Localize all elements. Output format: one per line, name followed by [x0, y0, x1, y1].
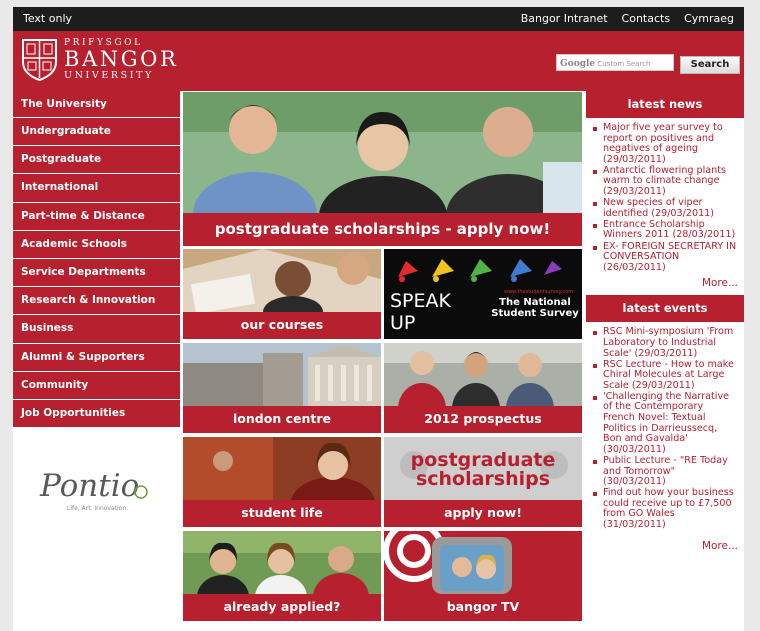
- event-item[interactable]: 'Challenging the Narrative of the Contem…: [590, 391, 738, 456]
- sidebar-nav: The University Undergraduate Postgraduat…: [13, 91, 180, 429]
- speak-text: SPEAK: [390, 290, 452, 312]
- events-list: RSC Mini-symposium 'From Laboratory to I…: [586, 322, 744, 530]
- latest-events-heading: latest events: [586, 295, 744, 323]
- page: Text only Bangor Intranet Contacts Cymra…: [13, 7, 744, 631]
- google-brand: Google: [560, 59, 596, 69]
- tile-caption: apply now!: [384, 500, 582, 527]
- nav-item-university[interactable]: The University: [13, 91, 180, 118]
- london-photo: [183, 343, 381, 406]
- university-logo[interactable]: PRIFYSGOL BANGOR UNIVERSITY: [64, 39, 178, 81]
- header: PRIFYSGOL BANGOR UNIVERSITY Google Custo…: [13, 31, 744, 91]
- news-item[interactable]: New species of viper identified (29/03/2…: [590, 197, 738, 219]
- hero-photo: [183, 92, 582, 213]
- news-item[interactable]: Entrance Scholarship Winners 2011 (28/03…: [590, 219, 738, 241]
- tile-caption: london centre: [183, 406, 381, 433]
- search-placeholder: Custom Search: [597, 60, 651, 68]
- hero-banner[interactable]: postgraduate scholarships - apply now!: [183, 92, 582, 246]
- news-item[interactable]: EX- FOREIGN SECRETARY IN CONVERSATION (2…: [590, 241, 738, 274]
- top-links: Bangor Intranet Contacts Cymraeg: [521, 12, 734, 25]
- tile-already-applied[interactable]: already applied?: [183, 531, 381, 621]
- event-item[interactable]: Find out how your business could receive…: [590, 487, 738, 530]
- speak-up-graphic: SPEAK UP www.thestudentsurvey.com The Na…: [384, 249, 582, 339]
- tile-caption: 2012 prospectus: [384, 406, 582, 433]
- cymraeg-link[interactable]: Cymraeg: [684, 12, 734, 25]
- news-item[interactable]: Major five year survey to report on posi…: [590, 122, 738, 165]
- event-item[interactable]: RSC Mini-symposium 'From Laboratory to I…: [590, 327, 738, 359]
- already-applied-photo: [183, 531, 381, 594]
- nav-item-international[interactable]: International: [13, 174, 180, 203]
- intranet-link[interactable]: Bangor Intranet: [521, 12, 608, 25]
- nav-item-academic-schools[interactable]: Academic Schools: [13, 230, 180, 259]
- logo-line3: UNIVERSITY: [64, 70, 154, 81]
- news-item[interactable]: Antarctic flowering plants warm to clima…: [590, 165, 738, 198]
- up-text: UP: [390, 312, 415, 334]
- nav-item-part-time[interactable]: Part-time & Distance: [13, 202, 180, 231]
- pontio-name: Pontio: [39, 468, 139, 504]
- student-life-photo: [183, 437, 381, 500]
- crest-icon[interactable]: [21, 38, 58, 81]
- nav-item-alumni[interactable]: Alumni & Supporters: [13, 343, 180, 372]
- nav-item-postgraduate[interactable]: Postgraduate: [13, 146, 180, 175]
- latest-news-heading: latest news: [586, 91, 744, 118]
- survey-name: The National Student Survey: [491, 297, 579, 319]
- apply-line2: scholarships: [416, 468, 550, 490]
- prospectus-photo: [384, 343, 582, 406]
- pontio-logo[interactable]: Pontio Life. Art. Innovation.: [37, 457, 155, 515]
- bangor-tv-graphic: [384, 531, 582, 594]
- search-button[interactable]: Search: [680, 56, 740, 74]
- top-bar: Text only Bangor Intranet Contacts Cymra…: [13, 7, 744, 31]
- contacts-link[interactable]: Contacts: [622, 12, 671, 25]
- news-more-link[interactable]: More...: [586, 277, 744, 289]
- tile-our-courses[interactable]: our courses: [183, 249, 381, 339]
- logo-line2: BANGOR: [64, 47, 179, 71]
- news-list: Major five year survey to report on posi…: [586, 118, 744, 273]
- tile-speak-up[interactable]: SPEAK UP www.thestudentsurvey.com The Na…: [384, 249, 582, 339]
- tile-student-life[interactable]: student life: [183, 437, 381, 527]
- nav-item-research[interactable]: Research & Innovation: [13, 287, 180, 316]
- courses-photo: [183, 249, 381, 312]
- nav-item-undergraduate[interactable]: Undergraduate: [13, 118, 180, 147]
- right-column: latest news Major five year survey to re…: [586, 91, 744, 552]
- tile-caption: already applied?: [183, 594, 381, 621]
- event-item[interactable]: Public Lecture - "RE Today and Tomorrow"…: [590, 455, 738, 488]
- pontio-tagline: Life. Art. Innovation.: [67, 505, 128, 512]
- pontio-logo-graphic: Pontio Life. Art. Innovation.: [39, 468, 148, 512]
- tile-caption: our courses: [183, 312, 381, 339]
- hero-caption: postgraduate scholarships - apply now!: [183, 213, 582, 246]
- nav-item-business[interactable]: Business: [13, 315, 180, 344]
- tile-bangor-tv[interactable]: bangor TV: [384, 531, 582, 621]
- nav-item-community[interactable]: Community: [13, 371, 180, 400]
- tile-apply-now[interactable]: postgraduate scholarships apply now!: [384, 437, 582, 527]
- nav-item-service-departments[interactable]: Service Departments: [13, 258, 180, 288]
- events-more-link[interactable]: More...: [586, 540, 744, 552]
- event-item[interactable]: RSC Lecture - How to make Chiral Molecul…: [590, 359, 738, 392]
- nav-item-jobs[interactable]: Job Opportunities: [13, 399, 180, 429]
- tile-caption: student life: [183, 500, 381, 527]
- tile-prospectus[interactable]: 2012 prospectus: [384, 343, 582, 433]
- apply-now-graphic: postgraduate scholarships: [384, 437, 582, 500]
- text-only-link[interactable]: Text only: [23, 12, 72, 25]
- search-input[interactable]: Google Custom Search: [556, 54, 674, 71]
- tile-caption: bangor TV: [384, 594, 582, 621]
- survey-url: www.thestudentsurvey.com: [504, 289, 573, 295]
- tile-london-centre[interactable]: london centre: [183, 343, 381, 433]
